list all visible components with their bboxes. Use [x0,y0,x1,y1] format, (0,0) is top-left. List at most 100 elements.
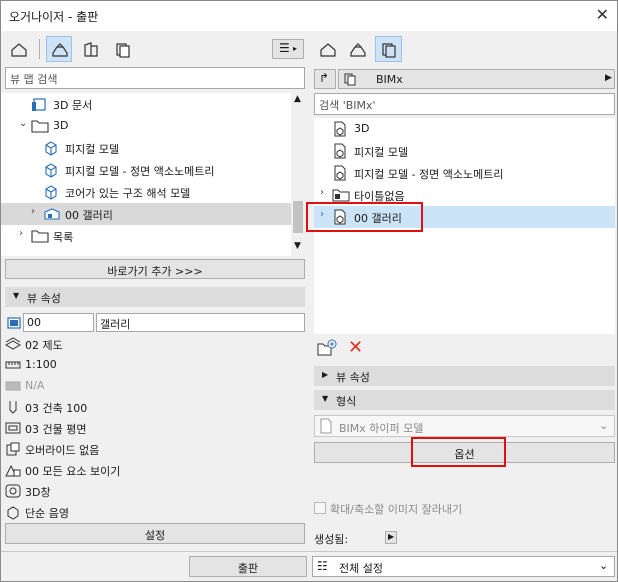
3d-view-icon [43,162,59,181]
delete-icon[interactable]: ✕ [348,337,363,358]
shading-icon [5,504,21,523]
property-label: 03 건축 100 [25,402,88,415]
tree-item-physical-axonometry[interactable]: 피지컬 모델 - 정면 액소노메트리 [1,159,291,181]
publisher-sets-icon[interactable] [109,36,135,62]
up-level-button[interactable]: ↱ [314,69,336,89]
panel-menu-button[interactable]: ☰ ▸ [272,39,304,59]
new-item-icon[interactable] [317,339,337,360]
tree-item-physical-model[interactable]: 피지컬 모델 [1,137,291,159]
section-title: 형식 [336,395,357,408]
path-label: BIMx [376,73,403,86]
publish-item-3d[interactable]: 3D [314,118,615,140]
publish-scope-dropdown[interactable]: ☷ 전체 설정 ⌄ [312,556,615,577]
section-title: 뷰 속성 [27,292,61,305]
layout-book-icon[interactable] [77,36,103,62]
tree-item-3d-documents[interactable]: 3D 문서 [1,93,291,115]
property-row[interactable]: 단순 음영 [5,502,295,522]
view-id-icon [7,316,21,333]
property-label: N/A [25,379,45,392]
chevron-down-icon[interactable]: ⌄ [19,118,27,129]
window-title: 오거나이저 - 출판 [9,10,99,24]
view-map-icon[interactable] [46,36,72,62]
folder-icon [31,228,49,247]
publish-3d-icon [332,165,348,184]
property-row[interactable]: N/A [5,376,295,396]
crop-image-label: 확대/축소할 이미지 잘라내기 [330,503,463,516]
publisher-set-icon [343,72,357,89]
property-label: 03 건물 평면 [25,423,87,436]
scroll-thumb[interactable] [293,201,303,233]
property-row[interactable]: 오버라이드 없음 [5,439,295,459]
publish-item-physical-model[interactable]: 피지컬 모델 [314,140,615,162]
bimx-format-icon [319,418,333,437]
view-name-field[interactable]: 갤러리 [96,313,305,332]
property-label: 단순 음영 [25,507,69,520]
close-icon[interactable]: ✕ [596,5,609,24]
format-value: BIMx 하이퍼 모델 [339,422,424,435]
chevron-right-icon[interactable]: › [320,187,324,198]
publish-item-label: 피지컬 모델 - 정면 액소노메트리 [354,168,504,181]
section-title: 뷰 속성 [336,371,370,384]
settings-button[interactable]: 설정 [5,523,305,544]
publish-button[interactable]: 출판 [189,556,307,577]
tree-item-schedules[interactable]: › 목록 [1,225,291,247]
scope-value: 전체 설정 [339,562,383,575]
tree-item-label: 피지컬 모델 - 정면 액소노메트리 [65,165,215,178]
property-label: 오버라이드 없음 [25,444,100,457]
collapse-arrow-icon: ▼ [13,291,20,300]
options-highlight-box [411,437,506,467]
tree-item-label: 3D [53,119,69,132]
chevron-down-icon: ⌄ [599,559,609,572]
publish-view-properties-header[interactable]: ▶ 뷰 속성 [314,366,615,386]
scroll-down-icon[interactable]: ▼ [294,241,301,251]
tree-item-label: 피지컬 모델 [65,143,120,156]
search-placeholder: 검색 'BIMx' [319,99,376,112]
scale-icon [5,357,21,376]
override-icon [5,441,21,460]
chevron-right-icon[interactable]: › [19,228,23,239]
footer-divider [1,551,617,552]
view-map-icon[interactable] [344,36,370,62]
view-id-field[interactable]: 00 [23,313,94,332]
tree-scrollbar[interactable]: ▲ ▼ [291,93,305,256]
format-dropdown[interactable]: BIMx 하이퍼 모델 ⌄ [314,415,615,437]
title-bar: 오거나이저 - 출판 ✕ [1,1,617,31]
publish-item-physical-axonometry[interactable]: 피지컬 모델 - 정면 액소노메트리 [314,162,615,184]
property-row[interactable]: 3D창 [5,481,295,501]
tree-item-label: 코어가 있는 구조 해석 모델 [65,187,191,200]
tree-item-structural-model[interactable]: 코어가 있는 구조 해석 모델 [1,181,291,203]
chevron-right-icon[interactable]: › [31,206,35,217]
project-map-icon[interactable] [314,36,340,62]
scroll-up-icon[interactable]: ▲ [294,94,301,104]
publish-item-label: 피지컬 모델 [354,146,409,159]
property-row[interactable]: 02 제도 [4,334,295,354]
generated-expand-button[interactable]: ▶ [385,531,397,544]
settings-label: 설정 [144,529,166,542]
property-row[interactable]: 1:100 [5,355,295,375]
tree-item-label: 3D 문서 [53,99,93,112]
toolbar-divider [39,39,40,59]
add-shortcut-button[interactable]: 바로가기 추가 >>> [5,259,305,279]
publisher-sets-icon[interactable] [375,36,402,62]
view-map-search-input[interactable]: 뷰 맵 검색 [5,67,305,89]
3d-window-icon [5,483,21,502]
list-icon: ☷ [317,559,328,573]
view-map-tree: 3D 문서 ⌄ 3D 피지컬 모델 피지컬 모델 - 정면 액소노메트리 코어가… [1,93,291,256]
property-row[interactable]: 03 건물 평면 [5,418,295,438]
tree-item-gallery-selected[interactable]: › 00 갤러리 [1,203,291,225]
project-map-icon[interactable] [5,36,31,62]
tree-item-3d-folder[interactable]: ⌄ 3D [1,115,291,137]
organizer-window: 오거나이저 - 출판 ✕ ☰ ▸ 뷰 맵 검색 3D 문서 ⌄ 3D 피지컬 모… [0,0,618,582]
view-properties-header[interactable]: ▼ 뷰 속성 [5,287,305,307]
add-shortcut-label: 바로가기 추가 >>> [107,265,203,278]
3d-view-icon [43,140,59,159]
property-row[interactable]: 03 건축 100 [5,397,295,417]
publish-3d-icon [332,121,348,140]
format-header[interactable]: ▼ 형식 [314,390,615,410]
crop-image-checkbox[interactable] [314,502,326,514]
property-label: 02 제도 [25,339,63,352]
publisher-set-path[interactable]: BIMx ▶ [338,69,615,89]
publisher-search-input[interactable]: 검색 'BIMx' [314,93,615,115]
structure-icon [5,378,21,397]
property-row[interactable]: 00 모든 요소 보이기 [5,460,295,480]
